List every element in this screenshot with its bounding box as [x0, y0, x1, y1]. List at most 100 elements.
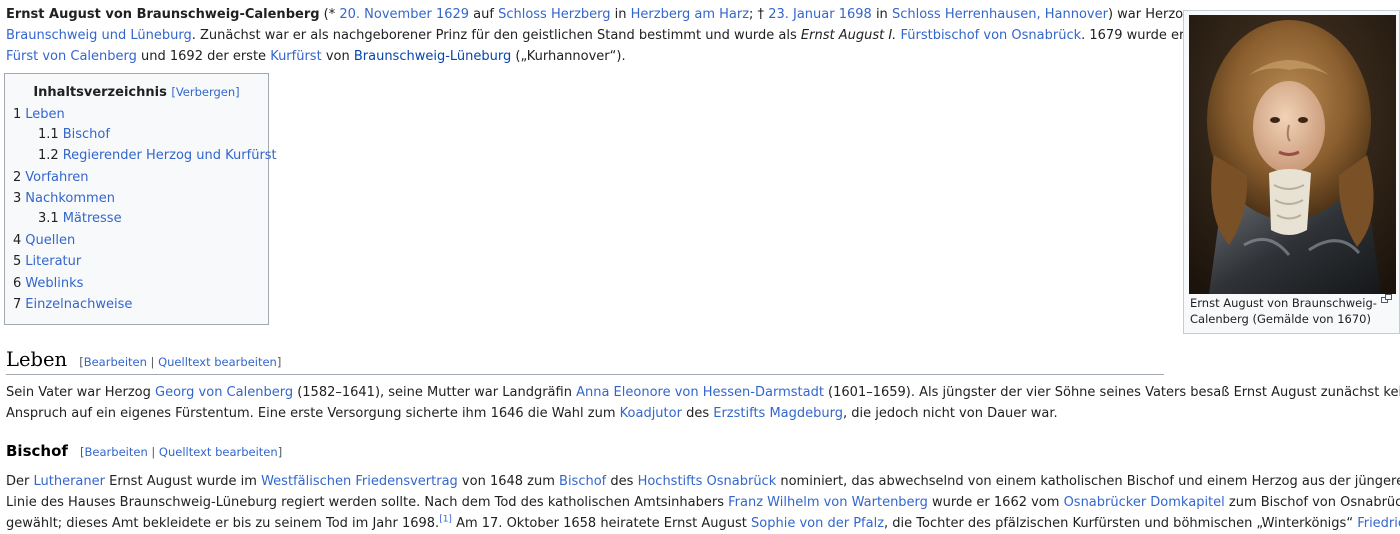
separator: | — [147, 445, 159, 459]
toc-item[interactable]: 3 Nachkommen — [13, 189, 115, 209]
text: des — [681, 406, 714, 421]
text: von — [321, 49, 354, 64]
text: in — [871, 7, 892, 22]
text: Der — [6, 474, 34, 489]
text: . 1679 wurde er — [1081, 28, 1185, 43]
link-koadjutor[interactable]: Koadjutor — [620, 406, 682, 421]
leben-line-2: Anspruch auf ein eigenes Fürstentum. Ein… — [6, 403, 1058, 424]
link-birth-date[interactable]: 20. November 1629 — [339, 7, 469, 22]
link-lutheraner[interactable]: Lutheraner — [34, 474, 105, 489]
text: Anspruch auf ein eigenes Fürstentum. Ein… — [6, 406, 620, 421]
toc-number: 3.1 — [38, 211, 59, 226]
leben-line-1: Sein Vater war Herzog Georg von Calenber… — [6, 382, 1400, 403]
text: (* — [319, 7, 340, 22]
text: . Zunächst war er als nachgeborener Prin… — [191, 28, 801, 43]
link-death-date[interactable]: 23. Januar 1698 — [768, 7, 872, 22]
link-anna-eleonore[interactable]: Anna Eleonore von Hessen-Darmstadt — [576, 385, 824, 400]
toc-link[interactable]: Leben — [25, 107, 65, 122]
toc-number: 2 — [13, 170, 22, 185]
toc-item[interactable]: 7 Einzelnachweise — [13, 295, 132, 315]
link-bischof[interactable]: Bischof — [559, 474, 606, 489]
toc-number: 1 — [13, 107, 22, 122]
toc-link[interactable]: Bischof — [63, 127, 110, 142]
toc-item[interactable]: 6 Weblinks — [13, 274, 83, 294]
toc-item[interactable]: 1.2 Regierender Herzog und Kurfürst — [38, 146, 277, 166]
toc-item[interactable]: 1 Leben — [13, 105, 65, 125]
toc-number: 6 — [13, 276, 22, 291]
toc-item[interactable]: 1.1 Bischof — [38, 125, 110, 145]
magnify-clip-icon[interactable] — [1381, 294, 1392, 306]
toc-item[interactable]: 5 Literatur — [13, 252, 81, 272]
link-erzstift-magdeburg[interactable]: Erzstifts Magdeburg — [713, 406, 843, 421]
text: Ernst August wurde im — [104, 474, 262, 489]
table-of-contents: Inhaltsverzeichnis [Verbergen] 1 Leben 1.… — [4, 73, 277, 325]
link-franz-wilhelm[interactable]: Franz Wilhelm von Wartenberg — [728, 495, 928, 510]
text: ; † — [749, 7, 769, 22]
edit-source-link[interactable]: Quelltext bearbeiten — [158, 355, 277, 369]
toc-item[interactable]: 2 Vorfahren — [13, 168, 89, 188]
text: des — [606, 474, 638, 489]
intro-line-1: Ernst August von Braunschweig-Calenberg … — [6, 4, 1211, 25]
edit-link[interactable]: Bearbeiten — [85, 445, 148, 459]
toc-item[interactable]: 3.1 Mätresse — [38, 209, 122, 229]
portrait-painting — [1189, 15, 1396, 294]
section-heading-leben: Leben [Bearbeiten | Quelltext bearbeiten… — [6, 348, 1164, 375]
reference-link[interactable]: [1] — [439, 515, 452, 525]
toc-link[interactable]: Literatur — [25, 254, 81, 269]
toc-link[interactable]: Mätresse — [63, 211, 122, 226]
toc-number: 1.2 — [38, 148, 59, 163]
intro-line-3: Fürst von Calenberg und 1692 der erste K… — [6, 46, 626, 67]
toc-link[interactable]: Einzelnachweise — [25, 297, 132, 312]
article-subject: Ernst August von Braunschweig-Calenberg — [6, 7, 320, 22]
toc-item[interactable]: 4 Quellen — [13, 231, 75, 251]
toc-link[interactable]: Quellen — [25, 233, 75, 248]
edit-link[interactable]: Bearbeiten — [84, 355, 147, 369]
link-fuerstbischof[interactable]: Fürstbischof von Osnabrück — [900, 28, 1081, 43]
toc-link[interactable]: Vorfahren — [25, 170, 88, 185]
text: , die jedoch nicht von Dauer war. — [843, 406, 1058, 421]
portrait-figure: Ernst August von Braunschweig-Calenberg … — [1183, 10, 1400, 334]
text: auf — [469, 7, 499, 22]
link-kurfuerst[interactable]: Kurfürst — [270, 49, 322, 64]
intro-line-2: Braunschweig und Lüneburg. Zunächst war … — [6, 25, 1184, 46]
link-herzberg-am-harz[interactable]: Herzberg am Harz — [631, 7, 749, 22]
bischof-line-1: Der Lutheraner Ernst August wurde im Wes… — [6, 471, 1400, 492]
toc-link[interactable]: Nachkommen — [25, 191, 115, 206]
toc-toggle-link[interactable]: [Verbergen] — [171, 85, 239, 99]
text: und 1692 der erste — [136, 49, 271, 64]
toc-link[interactable]: Weblinks — [25, 276, 83, 291]
text: nominiert, das abwechselnd von einem kat… — [776, 474, 1400, 489]
link-georg-von-calenberg[interactable]: Georg von Calenberg — [155, 385, 293, 400]
text: in — [610, 7, 631, 22]
link-schloss-herzberg[interactable]: Schloss Herzberg — [498, 7, 610, 22]
bracket: ] — [276, 355, 282, 369]
toc-header: Inhaltsverzeichnis [Verbergen] — [5, 83, 268, 102]
section-edit-links: [Bearbeiten | Quelltext bearbeiten] — [80, 445, 282, 459]
portrait-image[interactable] — [1189, 15, 1396, 294]
text: Linie des Hauses Braunschweig-Lüneburg r… — [6, 495, 729, 510]
toc-number: 1.1 — [38, 127, 59, 142]
portrait-caption: Ernst August von Braunschweig-Calenberg … — [1190, 296, 1377, 326]
bracket: ] — [277, 445, 283, 459]
section-title: Leben — [6, 348, 68, 371]
section-title: Bischof — [6, 442, 68, 460]
link-fuerst-von-calenberg[interactable]: Fürst von Calenberg — [6, 49, 137, 64]
link-westfaelischer-friedensvertrag[interactable]: Westfälischen Friedensvertrag — [261, 474, 458, 489]
text: (1582–1641), seine Mutter war Landgräfin — [293, 385, 577, 400]
toc-link[interactable]: Regierender Herzog und Kurfürst — [63, 148, 277, 163]
regnal-name: Ernst August I. — [800, 28, 897, 43]
toc-number: 3 — [13, 191, 22, 206]
section-edit-links: [Bearbeiten | Quelltext bearbeiten] — [79, 355, 281, 369]
link-osnabruecker-domkapitel[interactable]: Osnabrücker Domkapitel — [1064, 495, 1225, 510]
text: („Kurhannover“). — [511, 49, 626, 64]
link-hochstift-osnabrueck[interactable]: Hochstifts Osnabrück — [638, 474, 777, 489]
link-schloss-herrenhausen[interactable]: Schloss Herrenhausen, Hannover — [892, 7, 1108, 22]
link-braunschweig-lueneburg-2[interactable]: Braunschweig-Lüneburg — [354, 49, 511, 64]
text: von 1648 zum — [457, 474, 560, 489]
toc-number: 5 — [13, 254, 22, 269]
link-braunschweig-lueneburg[interactable]: Braunschweig und Lüneburg — [6, 28, 192, 43]
bischof-line-2: Linie des Hauses Braunschweig-Lüneburg r… — [6, 492, 1400, 513]
edit-source-link[interactable]: Quelltext bearbeiten — [159, 445, 278, 459]
text: zum Bischof von Osnabrück — [1224, 495, 1400, 510]
text: wurde er 1662 vom — [927, 495, 1064, 510]
